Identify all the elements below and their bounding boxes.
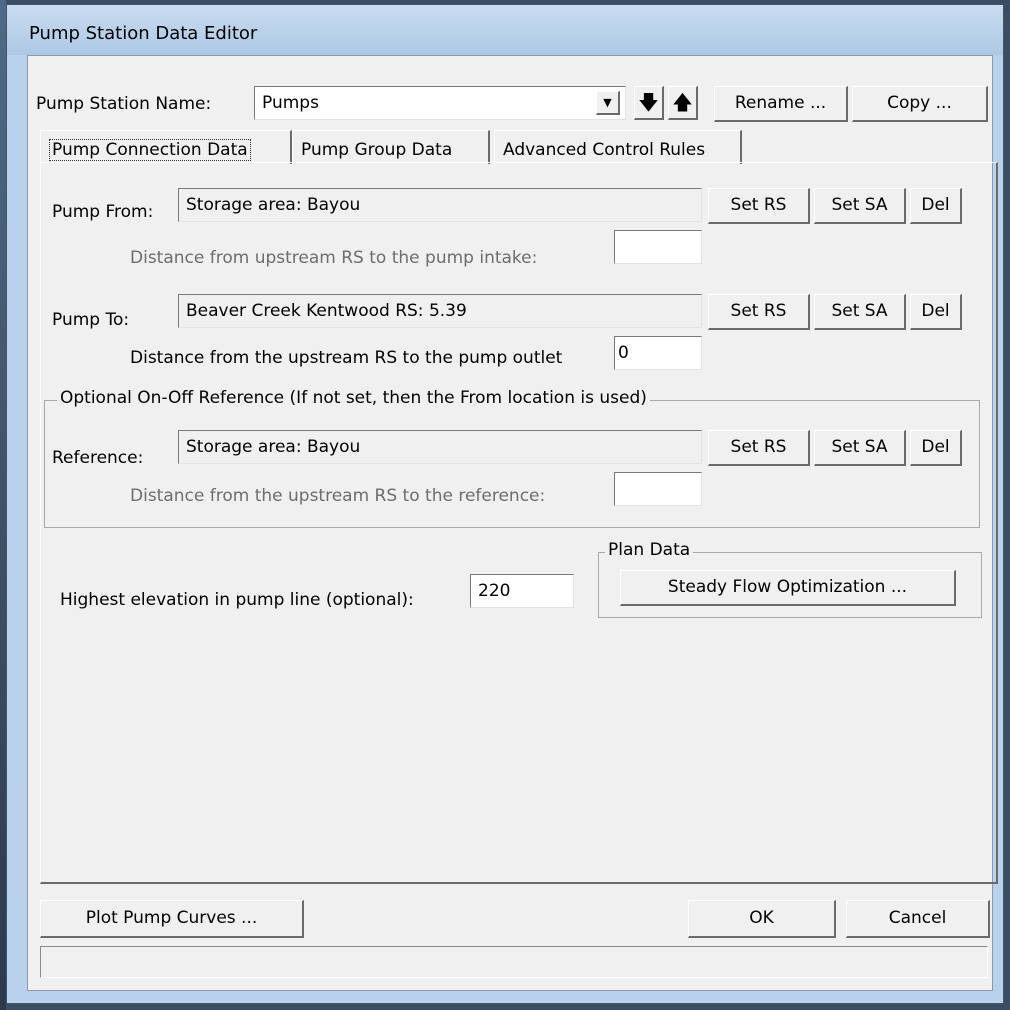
title-bar: Pump Station Data Editor <box>7 5 1003 55</box>
pump-to-label: Pump To: <box>52 310 130 330</box>
plot-pump-curves-button[interactable]: Plot Pump Curves ... <box>40 900 304 938</box>
status-bar <box>40 946 988 978</box>
tab-advanced-control-rules-label: Advanced Control Rules <box>503 140 706 160</box>
pump-from-set-sa-button[interactable]: Set SA <box>814 188 906 224</box>
pump-intake-distance-input[interactable] <box>614 230 702 264</box>
reference-distance-label: Distance from the upstream RS to the ref… <box>130 486 546 506</box>
pump-from-set-rs-label: Set RS <box>730 195 787 215</box>
tab-advanced-control-rules[interactable]: Advanced Control Rules <box>494 130 742 164</box>
arrow-down-icon: 🡇 <box>638 90 659 114</box>
ok-button-label: OK <box>749 908 774 928</box>
tab-pump-group-data-label: Pump Group Data <box>301 140 453 160</box>
pump-from-set-sa-label: Set SA <box>831 195 888 215</box>
pump-from-value: Storage area: Bayou <box>186 195 361 215</box>
arrow-up-icon: 🡅 <box>672 90 693 114</box>
pump-to-field: Beaver Creek Kentwood RS: 5.39 <box>178 294 702 328</box>
highest-elevation-value: 220 <box>478 581 511 601</box>
rename-button-label: Rename ... <box>734 93 827 113</box>
reference-set-rs-label: Set RS <box>730 437 787 457</box>
station-name-value: Pumps <box>262 93 319 113</box>
reference-del-label: Del <box>921 437 950 457</box>
reference-set-rs-button[interactable]: Set RS <box>708 430 810 466</box>
pump-station-editor-window: Pump Station Data Editor Pump Station Na… <box>6 4 1004 1004</box>
pump-to-value: Beaver Creek Kentwood RS: 5.39 <box>186 301 467 321</box>
pump-from-label: Pump From: <box>52 202 154 222</box>
pump-from-del-label: Del <box>921 195 950 215</box>
pump-to-set-sa-button[interactable]: Set SA <box>814 294 906 330</box>
ok-button[interactable]: OK <box>688 900 836 938</box>
plan-data-title: Plan Data <box>605 540 694 560</box>
pump-from-field: Storage area: Bayou <box>178 188 702 222</box>
chevron-down-icon[interactable]: ▼ <box>596 91 620 115</box>
copy-button-label: Copy ... <box>887 93 952 113</box>
pump-to-set-sa-label: Set SA <box>831 301 888 321</box>
highest-elevation-input[interactable]: 220 <box>470 574 574 608</box>
reference-group-title: Optional On-Off Reference (If not set, t… <box>57 388 650 408</box>
move-up-button[interactable]: 🡅 <box>668 86 698 120</box>
tab-pump-connection-data-label: Pump Connection Data <box>49 139 251 161</box>
pump-to-set-rs-button[interactable]: Set RS <box>708 294 810 330</box>
plot-pump-curves-label: Plot Pump Curves ... <box>85 908 258 928</box>
station-name-dropdown[interactable]: Pumps ▼ <box>254 86 626 120</box>
pump-intake-distance-label: Distance from upstream RS to the pump in… <box>130 248 538 268</box>
reference-field: Storage area: Bayou <box>178 430 702 464</box>
reference-distance-input[interactable] <box>614 472 702 506</box>
move-down-button[interactable]: 🡇 <box>634 86 664 120</box>
steady-flow-optimization-label: Steady Flow Optimization ... <box>667 577 908 597</box>
window-title: Pump Station Data Editor <box>29 23 258 44</box>
cancel-button-label: Cancel <box>888 908 947 928</box>
copy-button[interactable]: Copy ... <box>852 86 988 122</box>
reference-set-sa-button[interactable]: Set SA <box>814 430 906 466</box>
tab-pump-group-data[interactable]: Pump Group Data <box>292 130 490 164</box>
pump-from-set-rs-button[interactable]: Set RS <box>708 188 810 224</box>
pump-outlet-distance-value: 0 <box>618 343 629 363</box>
pump-to-set-rs-label: Set RS <box>730 301 787 321</box>
steady-flow-optimization-button[interactable]: Steady Flow Optimization ... <box>620 570 956 606</box>
reference-value: Storage area: Bayou <box>186 437 361 457</box>
pump-to-del-label: Del <box>921 301 950 321</box>
cancel-button[interactable]: Cancel <box>846 900 990 938</box>
highest-elevation-label: Highest elevation in pump line (optional… <box>60 590 414 610</box>
pump-from-del-button[interactable]: Del <box>910 188 962 224</box>
pump-outlet-distance-label: Distance from the upstream RS to the pum… <box>130 348 563 368</box>
station-name-label: Pump Station Name: <box>36 94 212 114</box>
rename-button[interactable]: Rename ... <box>714 86 848 122</box>
reference-set-sa-label: Set SA <box>831 437 888 457</box>
dialog-client-area: Pump Station Name: Pumps ▼ 🡇 🡅 Rename ..… <box>27 55 998 991</box>
reference-del-button[interactable]: Del <box>910 430 962 466</box>
pump-outlet-distance-input[interactable]: 0 <box>614 336 702 370</box>
pump-to-del-button[interactable]: Del <box>910 294 962 330</box>
reference-label: Reference: <box>52 448 144 468</box>
tab-pump-connection-data[interactable]: Pump Connection Data <box>40 130 292 164</box>
